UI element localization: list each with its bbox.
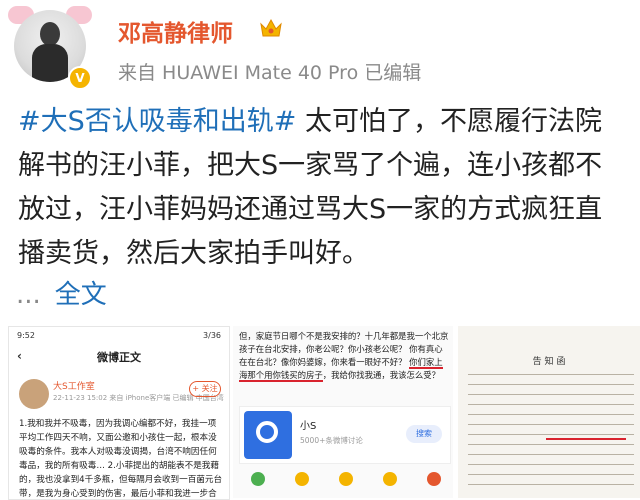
emoji-icon bbox=[427, 472, 441, 486]
post-image-1[interactable]: 9:52 3/36 ‹ 微博正文 大S工作室 22-11-23 15:02 来自… bbox=[8, 326, 230, 500]
emoji-icon bbox=[383, 472, 397, 486]
emoji-icon bbox=[251, 472, 265, 486]
status-time: 9:52 bbox=[17, 331, 35, 340]
account-avatar bbox=[19, 379, 49, 409]
nav-bar: ‹ 微博正文 bbox=[9, 349, 229, 369]
post-image-3[interactable]: 告 知 函 bbox=[458, 326, 640, 498]
avatar[interactable]: V bbox=[8, 6, 92, 90]
account-name: 大S工作室 bbox=[53, 382, 95, 392]
status-right: 3/36 bbox=[203, 331, 221, 340]
post-image-2[interactable]: 但，家庭节日哪个不是我安排的？十几年都是我一个北京孩子在台北安排，你老公呢？你小… bbox=[233, 326, 453, 498]
ellipsis: ... bbox=[16, 280, 41, 310]
emoji-row bbox=[251, 472, 441, 486]
full-text-label: 全文 bbox=[54, 280, 107, 310]
emoji-icon bbox=[339, 472, 353, 486]
topic-title: 小S bbox=[300, 421, 317, 432]
post-text-line: 解书的汪小菲，把大S一家骂了个遍，连小孩都不 bbox=[18, 150, 603, 181]
screenshot-text: 但，家庭节日哪个不是我安排的？十几年都是我一个北京孩子在台北安排，你老公呢？你小… bbox=[239, 330, 449, 382]
document-text-lines bbox=[468, 374, 634, 494]
topic-card: 小S 5000+条微博讨论 搜索 bbox=[239, 406, 451, 464]
member-crown-icon[interactable] bbox=[258, 16, 284, 40]
screenshot-body-text: 1.我和我并不吸毒，因为我调心编都不好，我挂一项平均工作四天不响，又面公邀和小孩… bbox=[19, 419, 223, 499]
red-underline-mark bbox=[546, 438, 626, 440]
post-text-line: 放过，汪小菲妈妈还通过骂大S一家的方式疯狂直 bbox=[18, 194, 603, 225]
nav-title: 微博正文 bbox=[97, 351, 141, 364]
topic-search-button: 搜索 bbox=[406, 425, 442, 443]
post-text: #大S否认吸毒和出轨# 太可怕了，不愿履行法院 解书的汪小菲，把大S一家骂了个遍… bbox=[18, 100, 640, 276]
expand-full-text-link[interactable]: ... 全文 bbox=[16, 274, 107, 311]
post-text-line: 太可怕了，不愿履行法院 bbox=[296, 106, 602, 137]
screenshot-text-part: ，我给你找我通，我该怎么受？ bbox=[322, 370, 440, 380]
hashtag-link[interactable]: #大S否认吸毒和出轨# bbox=[18, 106, 296, 137]
document-title: 告 知 函 bbox=[532, 357, 566, 367]
verified-badge-icon: V bbox=[68, 66, 92, 90]
emoji-icon bbox=[295, 472, 309, 486]
topic-sub: 5000+条微博讨论 bbox=[300, 436, 363, 445]
post-text-line: 播卖货，然后大家拍手叫好。 bbox=[18, 238, 369, 269]
phone-status-bar: 9:52 3/36 bbox=[17, 331, 221, 340]
username[interactable]: 邓高静律师 bbox=[118, 14, 233, 48]
post-source: 来自 HUAWEI Mate 40 Pro 已编辑 bbox=[118, 62, 422, 84]
search-logo-icon bbox=[244, 411, 292, 459]
back-icon: ‹ bbox=[17, 349, 22, 363]
follow-button: + 关注 bbox=[189, 381, 221, 397]
